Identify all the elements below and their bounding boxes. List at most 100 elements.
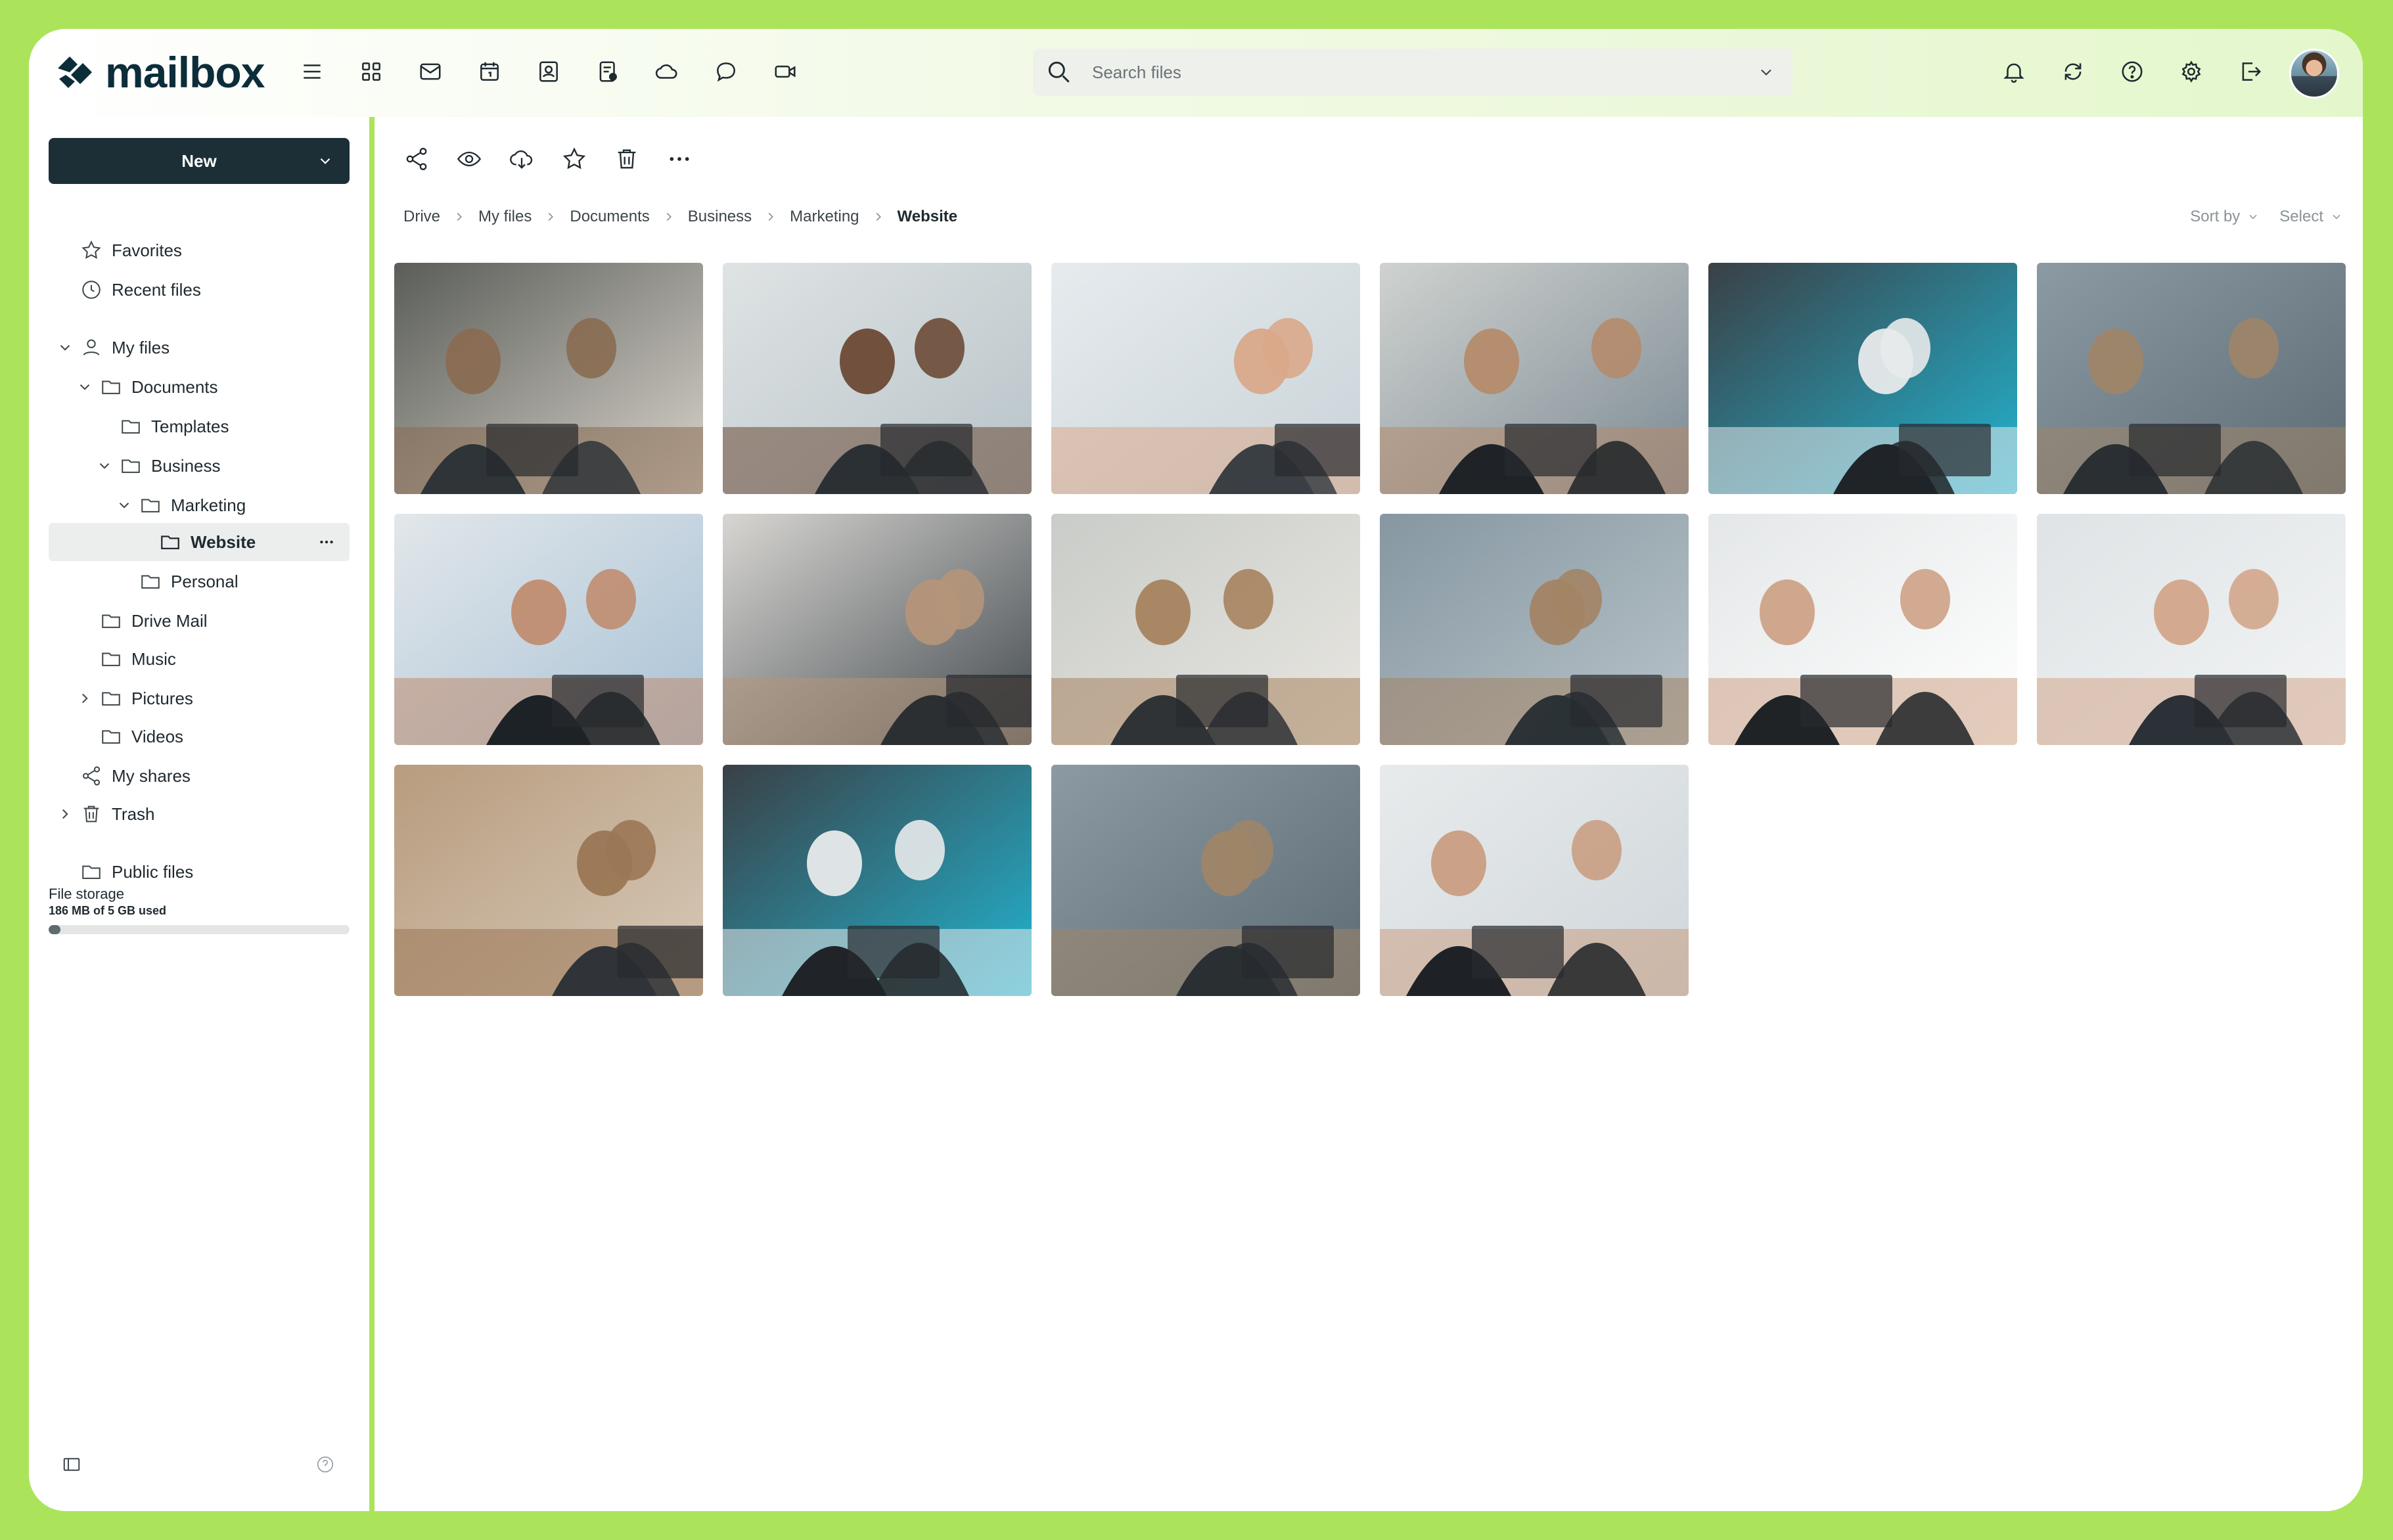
- photo-thumbnail[interactable]: [1708, 263, 2017, 494]
- logout-icon[interactable]: [2237, 58, 2264, 85]
- trash-icon[interactable]: [614, 146, 640, 172]
- sidebar-item-my-files[interactable]: My files: [57, 331, 170, 364]
- new-button[interactable]: New: [49, 138, 350, 184]
- sidebar-item-pictures[interactable]: Pictures: [76, 682, 193, 715]
- sidebar-item-public-files[interactable]: Public files: [80, 855, 193, 888]
- sidebar-item-label: Pictures: [131, 688, 193, 708]
- sidebar-item-label: Trash: [112, 804, 155, 824]
- contacts-icon[interactable]: [535, 58, 562, 85]
- chevron-down-icon: [2249, 214, 2257, 219]
- select-label: Select: [2279, 208, 2323, 225]
- breadcrumb-my-files[interactable]: My files: [478, 208, 532, 226]
- photo-thumbnail[interactable]: [394, 765, 703, 996]
- sync-icon[interactable]: [2059, 58, 2087, 85]
- breadcrumb-documents[interactable]: Documents: [570, 208, 649, 226]
- sidebar-item-business[interactable]: Business: [96, 449, 221, 482]
- photo-image: [1380, 263, 1689, 494]
- photo-thumbnail[interactable]: [1051, 263, 1360, 494]
- photo-thumbnail[interactable]: [1708, 514, 2017, 745]
- gear-icon[interactable]: [2177, 58, 2205, 85]
- photo-image: [723, 514, 1032, 745]
- search-input[interactable]: [1092, 62, 1683, 83]
- video-call-icon[interactable]: [771, 58, 799, 85]
- photo-thumbnail[interactable]: [723, 514, 1032, 745]
- photo-thumbnail[interactable]: [1051, 765, 1360, 996]
- apps-grid-icon[interactable]: [357, 58, 385, 85]
- more-options-icon[interactable]: [318, 533, 335, 551]
- photo-thumbnail[interactable]: [1380, 514, 1689, 745]
- storage-used-text: 186 MB of 5 GB used: [49, 904, 167, 917]
- star-icon[interactable]: [561, 146, 587, 172]
- sidebar-item-music[interactable]: Music: [100, 643, 176, 675]
- photo-image: [394, 765, 703, 996]
- cloud-download-icon[interactable]: [509, 146, 535, 172]
- chevron-down-icon[interactable]: [76, 378, 93, 396]
- sidebar-item-website[interactable]: Website: [159, 526, 256, 558]
- chevron-right-icon[interactable]: [57, 805, 74, 823]
- photo-thumbnail[interactable]: [723, 263, 1032, 494]
- breadcrumb-drive[interactable]: Drive: [403, 208, 440, 226]
- sidebar-item-personal[interactable]: Personal: [139, 565, 239, 598]
- sidebar-item-videos[interactable]: Videos: [100, 720, 183, 753]
- sidebar-item-favorites[interactable]: Favorites: [80, 234, 182, 267]
- more-options-icon[interactable]: [666, 146, 693, 172]
- calendar-icon[interactable]: [476, 58, 503, 85]
- chat-icon[interactable]: [712, 58, 740, 85]
- sidebar-item-label: Public files: [112, 861, 194, 882]
- help-icon[interactable]: [315, 1455, 335, 1474]
- sidebar-item-marketing[interactable]: Marketing: [116, 489, 246, 522]
- user-avatar[interactable]: [2289, 49, 2339, 99]
- help-icon[interactable]: [2118, 58, 2146, 85]
- top-header: mailbox: [29, 29, 2363, 117]
- sidebar-divider: [369, 117, 375, 1511]
- photo-image: [1051, 514, 1360, 745]
- photo-thumbnail[interactable]: [1380, 765, 1689, 996]
- chevron-down-icon[interactable]: [57, 339, 74, 356]
- sidebar-item-label: Website: [191, 532, 256, 552]
- cloud-drive-icon[interactable]: [653, 58, 681, 85]
- breadcrumb: Drive My files Documents Business Market…: [403, 208, 957, 226]
- mail-icon[interactable]: [417, 58, 444, 85]
- sidebar-item-label: Templates: [151, 416, 229, 436]
- sidebar-item-label: Recent files: [112, 279, 201, 300]
- sidebar-item-drive-mail[interactable]: Drive Mail: [100, 604, 208, 637]
- sidebar-item-documents[interactable]: Documents: [76, 371, 218, 403]
- eye-icon[interactable]: [456, 146, 482, 172]
- breadcrumb-business[interactable]: Business: [688, 208, 752, 226]
- breadcrumb-marketing[interactable]: Marketing: [790, 208, 859, 226]
- photo-thumbnail[interactable]: [394, 514, 703, 745]
- search-icon: [1048, 61, 1070, 83]
- sort-by-dropdown[interactable]: Sort by: [2190, 208, 2260, 226]
- sidebar-item-label: Favorites: [112, 240, 182, 260]
- photo-thumbnail[interactable]: [723, 765, 1032, 996]
- tasks-icon[interactable]: [594, 58, 622, 85]
- photo-thumbnail[interactable]: [1380, 263, 1689, 494]
- search-bar[interactable]: [1033, 49, 1792, 96]
- select-dropdown[interactable]: Select: [2279, 208, 2343, 226]
- sidebar-item-trash[interactable]: Trash: [57, 798, 155, 830]
- sidebar-item-recent-files[interactable]: Recent files: [80, 273, 201, 306]
- photo-thumbnail[interactable]: [394, 263, 703, 494]
- share-icon[interactable]: [403, 146, 430, 172]
- photo-image: [1051, 263, 1360, 494]
- sidebar-item-templates[interactable]: Templates: [120, 410, 229, 443]
- sidebar-item-label: Drive Mail: [131, 610, 208, 631]
- photo-thumbnail[interactable]: [2037, 263, 2346, 494]
- trash-icon: [83, 805, 99, 823]
- chevron-down-icon[interactable]: [116, 497, 133, 514]
- mailbox-logo[interactable]: mailbox: [51, 47, 265, 97]
- sidebar-item-label: Videos: [131, 726, 184, 746]
- chevron-right-icon[interactable]: [76, 690, 93, 707]
- photo-image: [1708, 263, 2017, 494]
- photo-thumbnail[interactable]: [2037, 514, 2346, 745]
- photo-image: [1051, 765, 1360, 996]
- menu-icon[interactable]: [298, 58, 326, 85]
- collapse-sidebar-icon[interactable]: [62, 1455, 81, 1474]
- photo-thumbnail[interactable]: [1051, 514, 1360, 745]
- chevron-down-icon[interactable]: [96, 457, 113, 474]
- header-actions: [2000, 58, 2264, 85]
- chevron-down-icon[interactable]: [1757, 63, 1775, 81]
- photo-image: [1708, 514, 2017, 745]
- sidebar-item-my-shares[interactable]: My shares: [80, 759, 191, 792]
- bell-icon[interactable]: [2000, 58, 2028, 85]
